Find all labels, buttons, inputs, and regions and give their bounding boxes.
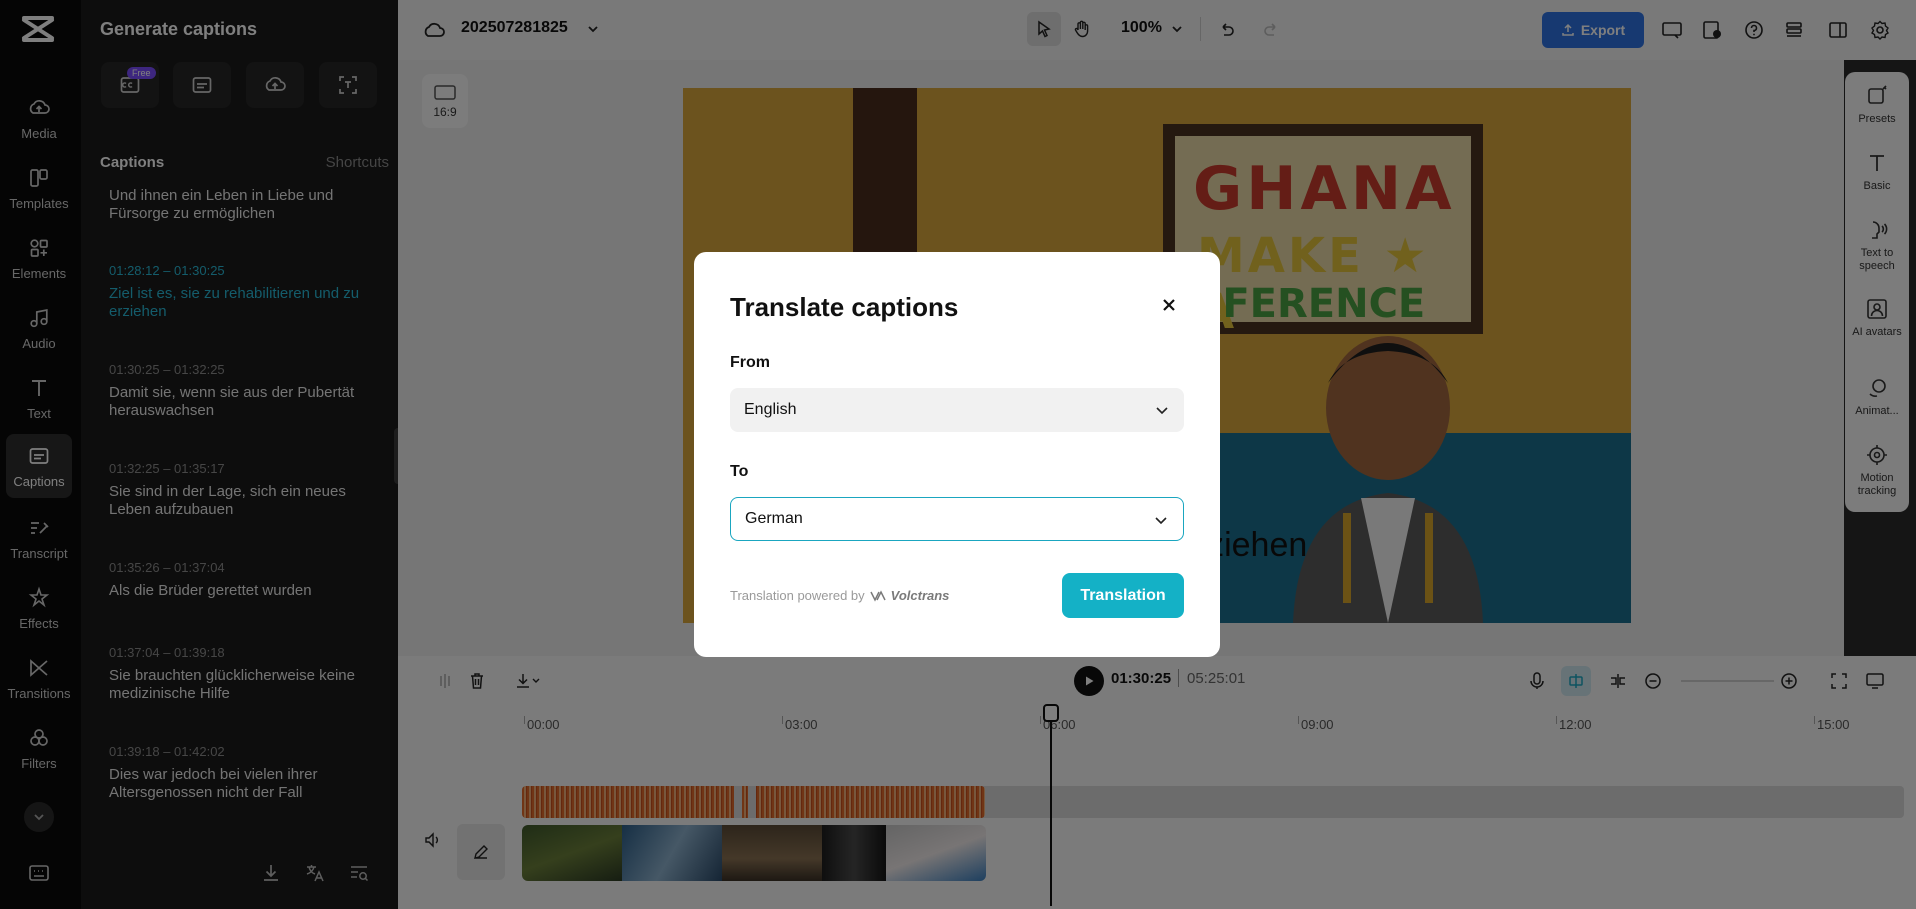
to-language-select[interactable]: German bbox=[730, 497, 1184, 541]
powered-by-text: Translation powered by bbox=[730, 588, 865, 603]
from-language-value: English bbox=[744, 401, 797, 418]
close-button[interactable] bbox=[1156, 292, 1182, 318]
chevron-down-icon bbox=[1155, 517, 1167, 525]
from-label: From bbox=[730, 354, 770, 371]
volctrans-logo-icon bbox=[869, 589, 886, 602]
to-language-value: German bbox=[745, 510, 803, 527]
close-icon bbox=[1163, 299, 1175, 311]
translation-button[interactable]: Translation bbox=[1062, 573, 1184, 618]
dialog-title: Translate captions bbox=[730, 292, 959, 322]
chevron-down-icon bbox=[1156, 407, 1168, 415]
from-language-select[interactable]: English bbox=[730, 388, 1184, 432]
provider-name: Volctrans bbox=[890, 588, 950, 603]
to-label: To bbox=[730, 463, 749, 480]
translate-captions-dialog: Translate captions From English To Germa… bbox=[694, 252, 1220, 657]
powered-by-note: Translation powered by Volctrans bbox=[730, 588, 949, 603]
